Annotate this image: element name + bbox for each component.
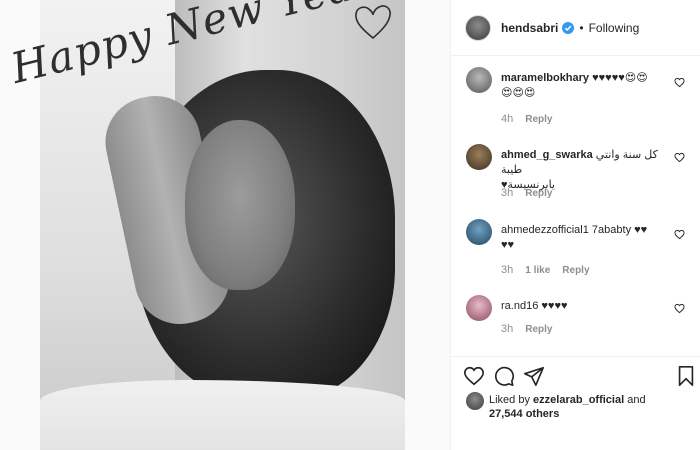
liked-by-conjunction: and bbox=[627, 394, 646, 406]
share-icon[interactable] bbox=[523, 365, 545, 387]
comment-like-icon[interactable] bbox=[674, 303, 685, 314]
comment-text: ♥♥♥♥♥😍😍 bbox=[592, 72, 648, 84]
comment-like-icon[interactable] bbox=[674, 152, 685, 163]
commenter-avatar[interactable] bbox=[466, 219, 492, 245]
comment-meta: 4h Reply bbox=[501, 113, 552, 125]
liked-by-count[interactable]: 27,544 others bbox=[489, 408, 559, 420]
photo-blanket bbox=[40, 380, 405, 450]
bookmark-icon[interactable] bbox=[675, 365, 697, 387]
comment-body: ahmedezzofficial1 7ababty ♥♥ ♥♥ bbox=[501, 223, 673, 253]
author-avatar[interactable] bbox=[465, 14, 491, 41]
liked-by-text: Liked by ezzelarab_official and 27,544 o… bbox=[489, 393, 689, 421]
header-separator: • bbox=[579, 20, 584, 35]
heart-icon[interactable] bbox=[463, 365, 485, 387]
post-photo-panel: Happy New Year bbox=[0, 0, 450, 450]
comment-like-icon[interactable] bbox=[674, 229, 685, 240]
reply-button[interactable]: Reply bbox=[525, 324, 552, 335]
comment-username[interactable]: ahmedezzofficial1 bbox=[501, 224, 589, 236]
comment-body: maramelbokhary ♥♥♥♥♥😍😍 😍😍😍 bbox=[501, 71, 673, 101]
comment-text-continued: 😍😍😍 bbox=[501, 87, 536, 99]
comment-username[interactable]: ra.nd16 bbox=[501, 300, 538, 312]
author-username[interactable]: hendsabri bbox=[501, 21, 558, 35]
comment-meta: 3h 1 like Reply bbox=[501, 264, 590, 276]
liker-avatar[interactable] bbox=[466, 392, 484, 410]
heart-doodle-icon bbox=[355, 5, 391, 40]
comment-time[interactable]: 3h bbox=[501, 187, 513, 199]
comment-username[interactable]: ahmed_g_swarka bbox=[501, 149, 593, 161]
commenter-avatar[interactable] bbox=[466, 67, 492, 93]
comment-time[interactable]: 4h bbox=[501, 113, 513, 125]
comment-likes-count[interactable]: 1 like bbox=[525, 265, 550, 276]
comment-text: 7ababty ♥♥ bbox=[591, 224, 648, 236]
comment-like-icon[interactable] bbox=[674, 77, 685, 88]
photo-face bbox=[185, 120, 295, 290]
comment-time[interactable]: 3h bbox=[501, 323, 513, 335]
comment-body: ra.nd16 ♥♥♥♥ bbox=[501, 299, 673, 314]
following-button[interactable]: Following bbox=[589, 21, 640, 35]
verified-badge-icon bbox=[562, 21, 575, 34]
reply-button[interactable]: Reply bbox=[525, 114, 552, 125]
comment-icon[interactable] bbox=[493, 365, 515, 387]
commenter-avatar[interactable] bbox=[466, 144, 492, 170]
liked-by-user[interactable]: ezzelarab_official bbox=[533, 394, 624, 406]
reply-button[interactable]: Reply bbox=[562, 265, 589, 276]
comment-text-continued: ♥♥ bbox=[501, 239, 515, 251]
liked-by-section: Liked by ezzelarab_official and 27,544 o… bbox=[451, 392, 700, 432]
comment-username[interactable]: maramelbokhary bbox=[501, 72, 589, 84]
reply-button[interactable]: Reply bbox=[525, 188, 552, 199]
comment-meta: 3h Reply bbox=[501, 323, 552, 335]
comment-meta: 3h Reply bbox=[501, 187, 552, 199]
liked-by-prefix: Liked by bbox=[489, 394, 530, 406]
comment-text: ♥♥♥♥ bbox=[541, 300, 568, 312]
comment-time[interactable]: 3h bbox=[501, 264, 513, 276]
post-actions-bar bbox=[451, 356, 700, 394]
commenter-avatar[interactable] bbox=[466, 295, 492, 321]
post-side-panel: hendsabri • Following maramelbokhary ♥♥♥… bbox=[450, 0, 700, 450]
comments-list[interactable]: maramelbokhary ♥♥♥♥♥😍😍 😍😍😍 4h Reply ahme… bbox=[451, 57, 700, 357]
post-header: hendsabri • Following bbox=[451, 0, 700, 56]
